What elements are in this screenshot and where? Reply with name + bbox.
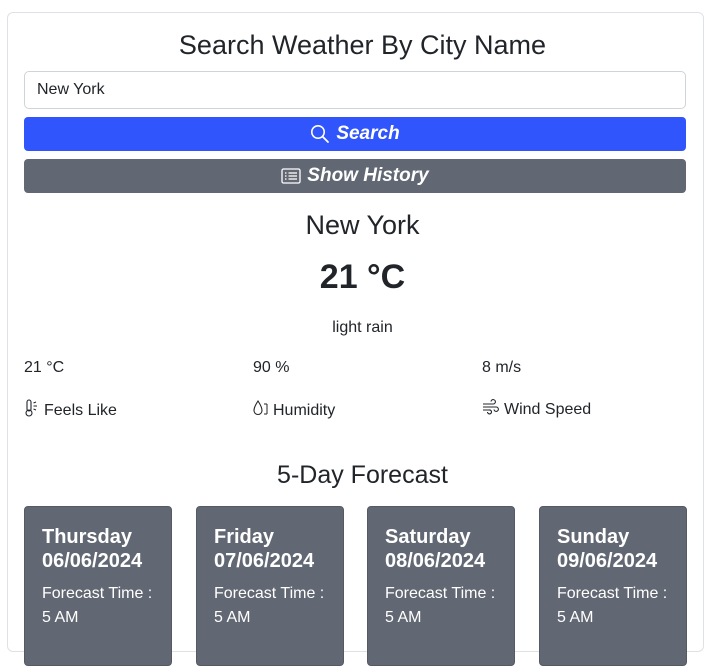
forecast-day: Thursday — [42, 526, 133, 548]
humidity-value: 90 % — [253, 359, 290, 376]
feels-like-stat: Feels Like — [24, 399, 117, 422]
wind-speed-label: Wind Speed — [504, 400, 592, 418]
forecast-date: 09/06/2024 — [557, 550, 658, 572]
forecast-time-label: Forecast Time : — [557, 585, 668, 602]
forecast-date: 06/06/2024 — [42, 550, 143, 572]
forecast-title: 5-Day Forecast — [277, 461, 448, 489]
show-history-label: Show History — [307, 165, 429, 186]
current-city-name: New York — [305, 210, 420, 240]
search-icon — [310, 124, 330, 144]
show-history-button[interactable]: Show History — [24, 159, 686, 193]
forecast-card[interactable]: Sunday 09/06/2024 Forecast Time : 5 AM — [539, 506, 687, 666]
city-search-input[interactable] — [24, 71, 686, 109]
forecast-time: 5 AM — [385, 609, 422, 626]
search-button[interactable]: Search — [24, 117, 686, 151]
humidity-icon — [253, 399, 269, 422]
wind-speed-stat: Wind Speed — [482, 399, 591, 420]
forecast-date: 07/06/2024 — [214, 550, 315, 572]
forecast-date: 08/06/2024 — [385, 550, 486, 572]
forecast-card[interactable]: Saturday 08/06/2024 Forecast Time : 5 AM — [367, 506, 515, 666]
thermometer-icon — [24, 399, 40, 422]
forecast-time: 5 AM — [42, 609, 79, 626]
forecast-day: Friday — [214, 526, 275, 548]
page-title: Search Weather By City Name — [178, 30, 547, 60]
forecast-time: 5 AM — [214, 609, 251, 626]
forecast-time-label: Forecast Time : — [385, 585, 496, 602]
feels-like-label: Feels Like — [44, 401, 117, 419]
list-icon — [281, 168, 301, 184]
forecast-card[interactable]: Thursday 06/06/2024 Forecast Time : 5 AM — [24, 506, 172, 666]
feels-like-value: 21 °C — [24, 359, 65, 376]
weather-description: light rain — [332, 319, 393, 336]
humidity-stat: Humidity — [253, 399, 335, 422]
forecast-card[interactable]: Friday 07/06/2024 Forecast Time : 5 AM — [196, 506, 344, 666]
current-temperature: 21 °C — [319, 258, 406, 296]
forecast-day: Saturday — [385, 526, 471, 548]
forecast-time-label: Forecast Time : — [42, 585, 153, 602]
wind-icon — [482, 399, 500, 420]
wind-speed-value: 8 m/s — [482, 359, 522, 376]
forecast-time: 5 AM — [557, 609, 594, 626]
humidity-label: Humidity — [273, 401, 336, 419]
forecast-time-label: Forecast Time : — [214, 585, 325, 602]
search-button-label: Search — [336, 123, 400, 144]
forecast-day: Sunday — [557, 526, 630, 548]
